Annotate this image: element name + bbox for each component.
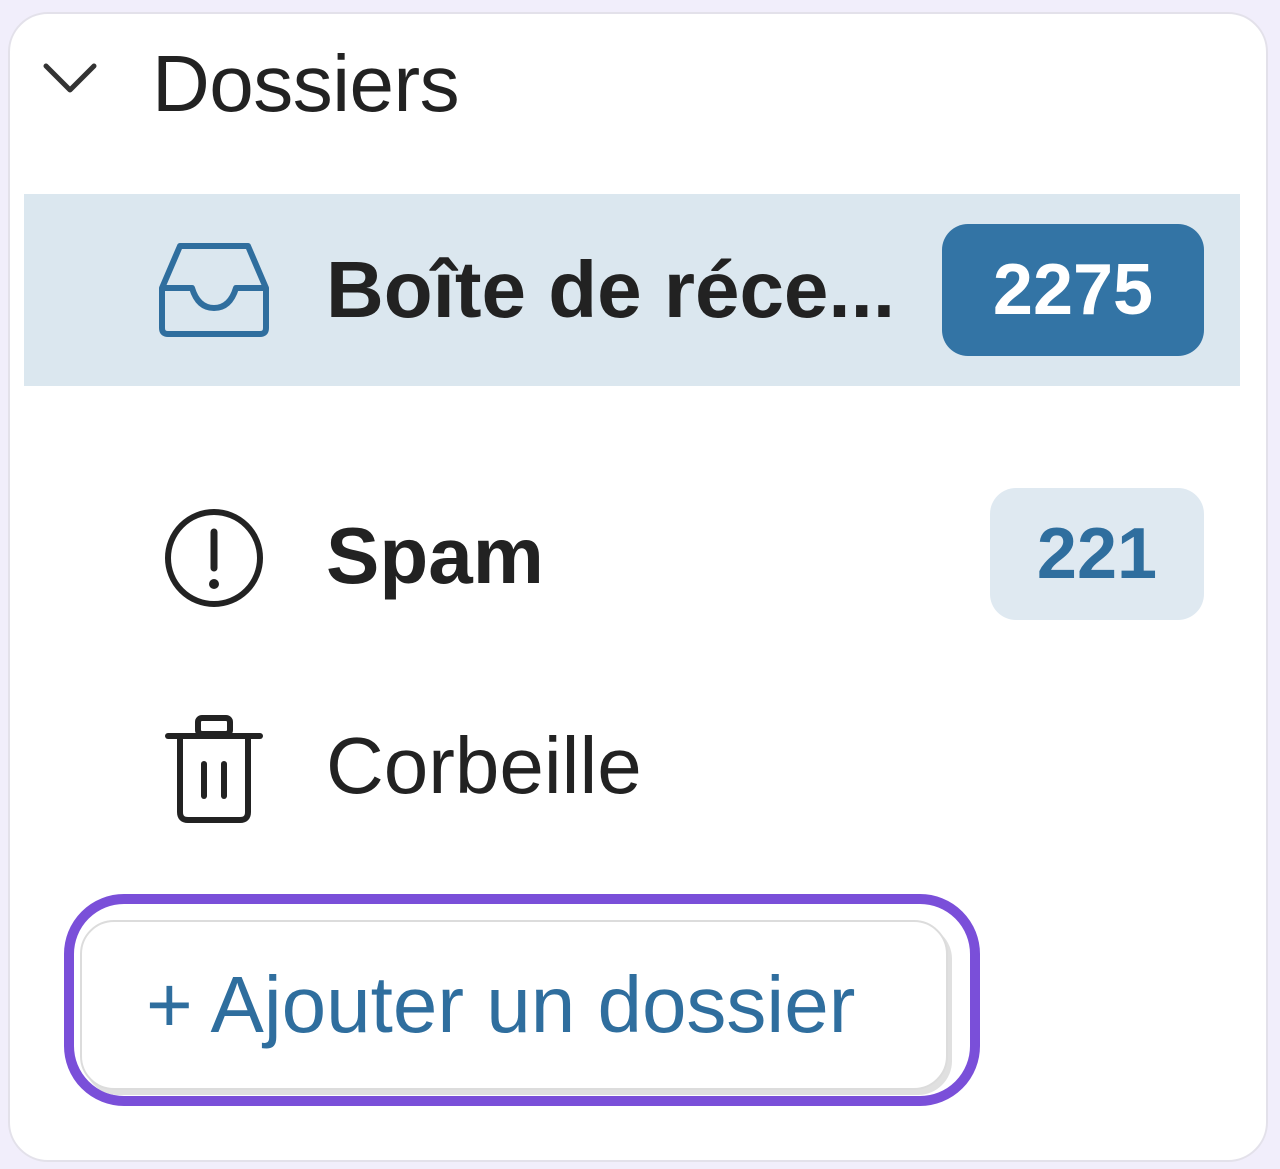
folders-panel: Dossiers Boîte de réce... 2275 Spam 221 … <box>8 12 1268 1162</box>
folder-item-trash[interactable]: Corbeille <box>24 666 1240 858</box>
unread-count-badge: 221 <box>990 488 1204 620</box>
add-folder-button[interactable]: + Ajouter un dossier <box>80 920 948 1090</box>
unread-count-badge: 2275 <box>942 224 1204 356</box>
folder-label-inbox: Boîte de réce... <box>326 245 896 334</box>
inbox-tray-icon <box>159 243 269 337</box>
folder-label-trash: Corbeille <box>326 721 642 810</box>
exclamation-circle-icon <box>165 509 263 607</box>
chevron-down-icon[interactable] <box>38 58 102 98</box>
section-title: Dossiers <box>152 39 460 128</box>
folder-item-inbox[interactable]: Boîte de réce... 2275 <box>24 194 1240 386</box>
folder-label-spam: Spam <box>326 511 544 600</box>
trash-icon <box>165 715 263 823</box>
folder-item-spam[interactable]: Spam 221 <box>24 458 1240 650</box>
